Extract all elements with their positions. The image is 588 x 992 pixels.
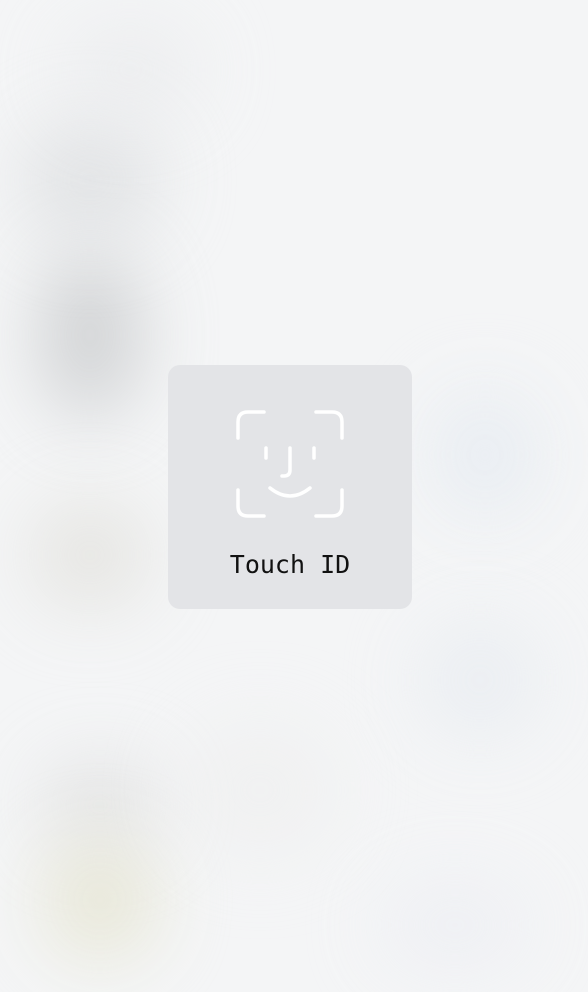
face-id-icon [236,410,344,518]
touch-id-label: Touch ID [229,550,351,579]
